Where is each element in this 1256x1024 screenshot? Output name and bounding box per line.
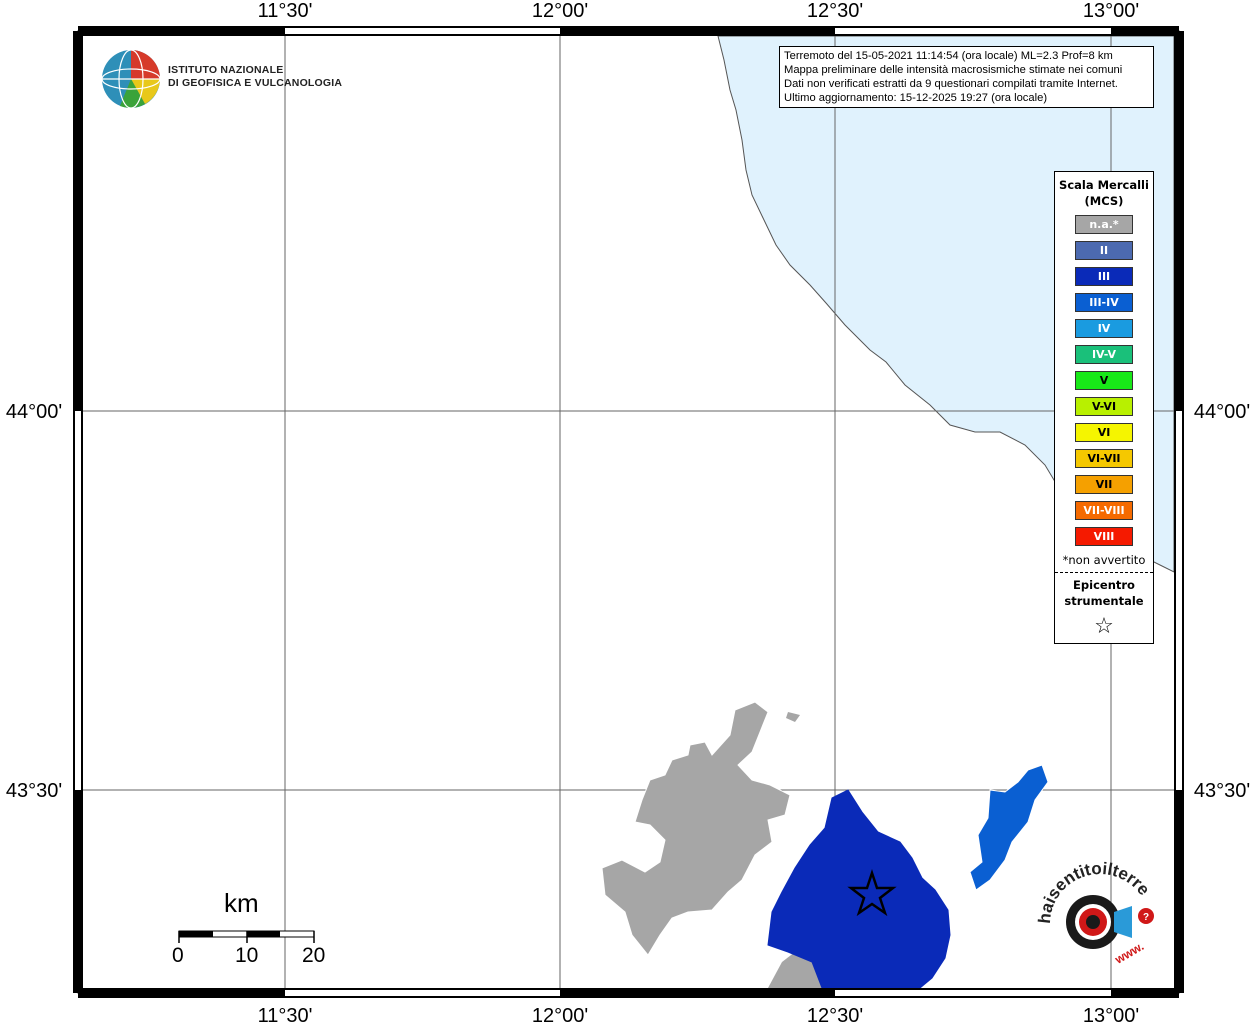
- legend-item: VIII: [1075, 527, 1133, 546]
- lon-tick-label: 12°00': [532, 0, 588, 22]
- scale-label: 10: [235, 944, 259, 967]
- legend-item: VI-VII: [1075, 449, 1133, 468]
- lat-tick-label: 43°30': [1194, 780, 1250, 802]
- scale-label: 20: [302, 944, 326, 967]
- legend-item: V: [1075, 371, 1133, 390]
- lon-tick-label: 12°30': [807, 0, 863, 22]
- event-info-line: Mappa preliminare delle intensità macros…: [784, 64, 1123, 76]
- haisentito-logo: haisentitoilterremoto.it ? www.: [1028, 845, 1166, 980]
- intensity-legend: Scala Mercalli (MCS) n.a.* II III III-IV IV I…: [1054, 171, 1154, 644]
- scale-bar: [178, 930, 315, 943]
- legend-item: IV-V: [1075, 345, 1133, 364]
- event-info-box: Terremoto del 15-05-2021 11:14:54 (ora l…: [779, 46, 1154, 108]
- legend-item: V-VI: [1075, 397, 1133, 416]
- lon-tick-label: 13°00': [1083, 0, 1139, 22]
- municipality-not-felt: [786, 712, 800, 722]
- lon-tick-label: 12°30': [807, 1005, 863, 1024]
- legend-item: II: [1075, 241, 1133, 260]
- legend-item: n.a.*: [1075, 215, 1133, 234]
- ingv-logo-text: ISTITUTO NAZIONALE DI GEOFISICA E VULCAN…: [168, 64, 343, 89]
- lon-tick-label: 12°00': [532, 1005, 588, 1024]
- lon-tick-label: 13°00': [1083, 1005, 1139, 1024]
- legend-divider: [1055, 572, 1153, 573]
- legend-epicenter-label: Epicentro strumentale: [1064, 578, 1144, 608]
- lat-tick-label: 43°30': [6, 780, 62, 802]
- legend-item: IV: [1075, 319, 1133, 338]
- event-info-line: Ultimo aggiornamento: 15-12-2025 19:27 (…: [784, 92, 1048, 104]
- legend-title: Scala Mercalli (MCS): [1059, 178, 1149, 208]
- legend-item: VI: [1075, 423, 1133, 442]
- legend-item: VII-VIII: [1075, 501, 1133, 520]
- lat-tick-label: 44°00': [6, 401, 62, 423]
- legend-item: III-IV: [1075, 293, 1133, 312]
- scale-unit: km: [224, 888, 259, 918]
- legend-item: VII: [1075, 475, 1133, 494]
- legend-item: III: [1075, 267, 1133, 286]
- legend-note: *non avvertito: [1062, 553, 1146, 567]
- lon-tick-label: 11°30': [258, 1005, 313, 1024]
- municipality-not-felt: [601, 701, 791, 956]
- svg-text:www.: www.: [1112, 939, 1147, 967]
- legend-items: n.a.* II III III-IV IV IV-V V V-VI VI VI-VII VII VI…: [1055, 215, 1153, 546]
- svg-text:?: ?: [1143, 912, 1149, 923]
- star-icon: ☆: [1094, 614, 1114, 639]
- event-info-line: Terremoto del 15-05-2021 11:14:54 (ora l…: [784, 50, 1113, 62]
- globe-icon: [101, 49, 161, 109]
- speaker-icon: haisentitoilterremoto.it ? www.: [1028, 845, 1154, 967]
- event-info-line: Dati non verificati estratti da 9 questi…: [784, 78, 1118, 90]
- ingv-logo: ISTITUTO NAZIONALE DI GEOFISICA E VULCAN…: [100, 48, 342, 110]
- scale-label: 0: [172, 944, 184, 967]
- lat-tick-label: 44°00': [1194, 401, 1250, 423]
- lon-tick-label: 11°30': [258, 0, 313, 22]
